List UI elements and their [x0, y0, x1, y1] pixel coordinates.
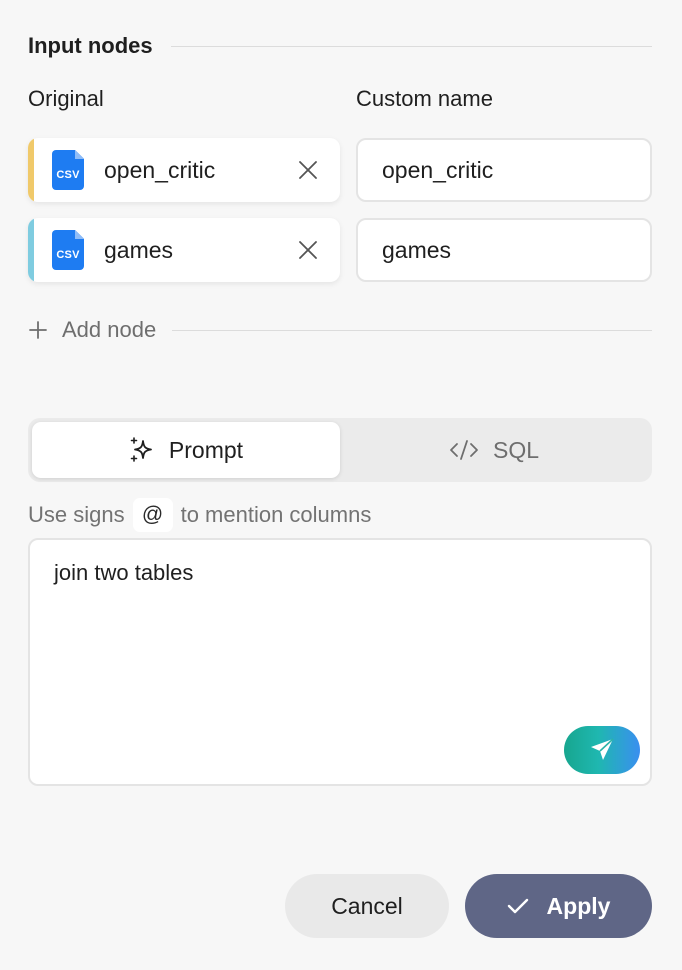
custom-name-column-label: Custom name [356, 86, 493, 111]
original-column-label: Original [28, 86, 104, 111]
section-header: Input nodes [28, 30, 652, 62]
prompt-text[interactable]: join two tables [54, 560, 193, 586]
prompt-textarea[interactable]: join two tables [28, 538, 652, 786]
csv-file-icon: CSV [52, 150, 84, 190]
csv-file-icon: CSV [52, 230, 84, 270]
mention-hint: Use signs @ to mention columns [28, 497, 371, 533]
check-icon [507, 898, 528, 914]
sparkles-icon [130, 437, 152, 462]
tab-sql[interactable]: SQL [340, 422, 648, 478]
at-sign-chip: @ [132, 498, 173, 532]
send-icon [591, 738, 614, 760]
node-card-open-critic: CSV open_critic [28, 138, 340, 202]
node-label: open_critic [104, 156, 216, 183]
code-icon [450, 440, 478, 460]
node-label: games [104, 236, 174, 263]
close-icon [299, 241, 317, 259]
plus-icon [29, 321, 47, 339]
apply-label: Apply [546, 892, 611, 919]
tab-sql-label: SQL [492, 436, 540, 463]
add-node-label: Add node [62, 317, 157, 342]
add-node-divider [172, 329, 652, 331]
cancel-button[interactable]: Cancel [285, 874, 449, 938]
tab-prompt-label: Prompt [168, 436, 244, 463]
custom-name-input[interactable] [356, 218, 652, 282]
tab-prompt[interactable]: Prompt [32, 422, 340, 478]
add-node-button[interactable]: Add node [28, 317, 156, 343]
close-icon [299, 161, 317, 179]
section-title: Input nodes [28, 33, 153, 58]
hint-suffix: to mention columns [180, 502, 372, 527]
hint-prefix: Use signs [28, 502, 125, 527]
node-color-stripe [28, 218, 34, 282]
section-divider [170, 45, 652, 47]
apply-button[interactable]: Apply [465, 874, 652, 938]
remove-node-button[interactable] [288, 230, 328, 270]
send-button[interactable] [564, 726, 640, 774]
custom-name-input[interactable] [356, 138, 652, 202]
mode-toggle: Prompt SQL [28, 418, 652, 482]
add-node-row: Add node [28, 310, 652, 350]
node-card-games: CSV games [28, 218, 340, 282]
input-nodes-panel: Input nodes Original Custom name CSV ope… [0, 0, 682, 970]
node-color-stripe [28, 138, 34, 202]
remove-node-button[interactable] [288, 150, 328, 190]
